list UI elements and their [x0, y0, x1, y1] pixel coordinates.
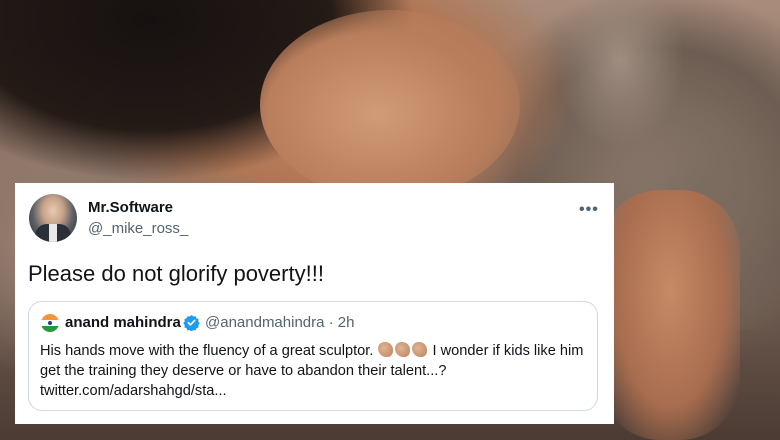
more-horizontal-icon[interactable]: ••• [579, 201, 599, 219]
quoted-text-part1: His hands move with the fluency of a gre… [40, 343, 374, 359]
quoted-link[interactable]: twitter.com/adarshahgd/sta... [40, 383, 227, 399]
quoted-text: His hands move with the fluency of a gre… [40, 341, 585, 401]
flag-chakra [48, 321, 52, 325]
display-name[interactable]: Mr.Software [88, 199, 173, 216]
clap-emoji-group [377, 342, 432, 359]
clap-icon [395, 342, 411, 357]
tweet-text: Please do not glorify poverty!!! [28, 261, 324, 286]
quoted-handle-time[interactable]: @anandmahindra · 2h [205, 314, 355, 331]
tweet-card[interactable]: Mr.Software @_mike_ross_ ••• Please do n… [15, 183, 614, 424]
avatar[interactable] [29, 194, 77, 242]
avatar-shirt [49, 224, 57, 242]
clap-icon [378, 342, 394, 357]
user-handle[interactable]: @_mike_ross_ [88, 220, 188, 237]
quoted-tweet[interactable]: anand mahindra @anandmahindra · 2h His h… [28, 301, 598, 411]
quoted-display-name[interactable]: anand mahindra [65, 314, 181, 331]
india-flag-avatar-icon[interactable] [41, 314, 59, 332]
photo-hand [600, 190, 740, 440]
verified-badge-icon [183, 315, 200, 331]
clap-icon [412, 342, 428, 357]
